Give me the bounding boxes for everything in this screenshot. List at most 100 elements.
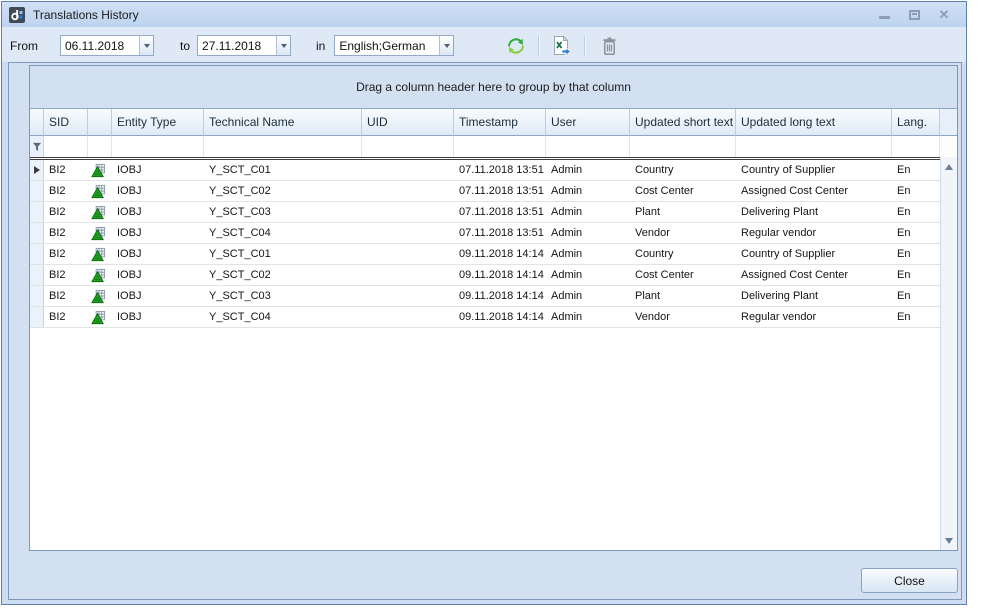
cell-updated-short-text: Cost Center — [630, 181, 736, 201]
cell-timestamp: 07.11.2018 13:51 — [454, 223, 546, 243]
cell-lang: En — [892, 202, 940, 222]
filter-cell-technical-name[interactable] — [204, 136, 362, 157]
close-icon: ✕ — [939, 8, 950, 22]
row-indicator-cell — [30, 307, 44, 327]
table-row[interactable]: BI2 IOBJ Y_SCT_C01 09.11.2018 14:14 Admi… — [30, 244, 940, 265]
table-row[interactable]: BI2 IOBJ Y_SCT_C04 09.11.2018 14:14 Admi… — [30, 307, 940, 328]
column-header-updated-long-text[interactable]: Updated long text — [736, 109, 892, 136]
from-date-input[interactable] — [61, 36, 139, 55]
close-button-label: Close — [894, 574, 925, 588]
to-date-input[interactable] — [198, 36, 276, 55]
column-header-uid[interactable]: UID — [362, 109, 454, 136]
infoobject-icon — [91, 247, 106, 262]
cell-technical-name: Y_SCT_C02 — [204, 181, 362, 201]
filter-cell-entity-type[interactable] — [112, 136, 204, 157]
grid-rows: BI2 IOBJ Y_SCT_C01 07.11.2018 13:51 Admi… — [30, 157, 940, 550]
maximize-button[interactable] — [907, 8, 921, 22]
cell-technical-name: Y_SCT_C01 — [204, 244, 362, 264]
cell-user: Admin — [546, 223, 630, 243]
export-excel-button[interactable] — [549, 34, 573, 58]
toolbar-separator — [584, 36, 585, 56]
cell-user: Admin — [546, 265, 630, 285]
filter-funnel-icon — [32, 142, 42, 152]
filter-cell-user[interactable] — [546, 136, 630, 157]
cell-entity-icon — [88, 202, 112, 222]
cell-entity-type: IOBJ — [112, 181, 204, 201]
toolbar-separator — [538, 36, 539, 56]
column-header-entity-type[interactable]: Entity Type — [112, 109, 204, 136]
current-row-arrow-icon — [34, 166, 40, 174]
window-title: Translations History — [33, 8, 139, 22]
filter-cell-uid[interactable] — [362, 136, 454, 157]
client-panel: Drag a column header here to group by th… — [8, 62, 962, 600]
cell-technical-name: Y_SCT_C02 — [204, 265, 362, 285]
close-button[interactable]: Close — [861, 568, 958, 593]
arrow-down-icon — [945, 538, 953, 544]
filter-cell-icon[interactable] — [88, 136, 112, 157]
filter-row — [30, 136, 957, 157]
minimize-button[interactable] — [877, 8, 891, 22]
language-dropdown-button[interactable] — [439, 36, 453, 55]
infoobject-icon — [91, 163, 106, 178]
table-row[interactable]: BI2 IOBJ Y_SCT_C02 09.11.2018 14:14 Admi… — [30, 265, 940, 286]
cell-entity-icon — [88, 181, 112, 201]
cell-entity-type: IOBJ — [112, 286, 204, 306]
scroll-up-button[interactable] — [943, 160, 956, 173]
filter-cell-updated-long-text[interactable] — [736, 136, 892, 157]
to-date-editor — [197, 35, 291, 56]
vertical-scrollbar[interactable] — [940, 157, 957, 550]
filter-cell-lang[interactable] — [892, 136, 940, 157]
filter-cell-updated-short-text[interactable] — [630, 136, 736, 157]
column-header-user[interactable]: User — [546, 109, 630, 136]
table-row[interactable]: BI2 IOBJ Y_SCT_C01 07.11.2018 13:51 Admi… — [30, 160, 940, 181]
close-window-button[interactable]: ✕ — [937, 8, 951, 22]
table-row[interactable]: BI2 IOBJ Y_SCT_C04 07.11.2018 13:51 Admi… — [30, 223, 940, 244]
from-date-dropdown-button[interactable] — [139, 36, 153, 55]
cell-uid — [362, 265, 454, 285]
delete-button[interactable] — [597, 34, 621, 58]
cell-timestamp: 09.11.2018 14:14 — [454, 286, 546, 306]
cell-updated-long-text: Regular vendor — [736, 307, 892, 327]
cell-entity-type: IOBJ — [112, 223, 204, 243]
scroll-down-button[interactable] — [943, 534, 956, 547]
cell-entity-type: IOBJ — [112, 307, 204, 327]
translations-history-window: Translations History ✕ From to in — [1, 1, 967, 605]
column-header-icon[interactable] — [88, 109, 112, 136]
cell-updated-short-text: Country — [630, 160, 736, 180]
filter-indicator-cell[interactable] — [30, 136, 44, 157]
filter-cell-sid[interactable] — [44, 136, 88, 157]
arrow-up-icon — [945, 164, 953, 170]
to-date-dropdown-button[interactable] — [276, 36, 290, 55]
infoobject-icon — [91, 226, 106, 241]
row-indicator-cell — [30, 286, 44, 306]
titlebar[interactable]: Translations History ✕ — [2, 2, 966, 27]
column-header-technical-name[interactable]: Technical Name — [204, 109, 362, 136]
column-header-updated-short-text[interactable]: Updated short text — [630, 109, 736, 136]
cell-lang: En — [892, 265, 940, 285]
cell-technical-name: Y_SCT_C04 — [204, 307, 362, 327]
cell-technical-name: Y_SCT_C03 — [204, 202, 362, 222]
from-date-editor — [60, 35, 154, 56]
cell-uid — [362, 202, 454, 222]
cell-entity-icon — [88, 286, 112, 306]
table-row[interactable]: BI2 IOBJ Y_SCT_C02 07.11.2018 13:51 Admi… — [30, 181, 940, 202]
cell-technical-name: Y_SCT_C04 — [204, 223, 362, 243]
language-input[interactable] — [335, 36, 439, 55]
group-by-panel[interactable]: Drag a column header here to group by th… — [30, 66, 957, 109]
infoobject-icon — [91, 289, 106, 304]
cell-technical-name: Y_SCT_C03 — [204, 286, 362, 306]
filter-cell-timestamp[interactable] — [454, 136, 546, 157]
minimize-icon — [879, 16, 890, 19]
translations-grid: Drag a column header here to group by th… — [29, 65, 958, 551]
cell-entity-type: IOBJ — [112, 160, 204, 180]
table-row[interactable]: BI2 IOBJ Y_SCT_C03 09.11.2018 14:14 Admi… — [30, 286, 940, 307]
refresh-button[interactable] — [504, 34, 528, 58]
column-header-sid[interactable]: SID — [44, 109, 88, 136]
cell-entity-icon — [88, 160, 112, 180]
cell-technical-name: Y_SCT_C01 — [204, 160, 362, 180]
column-header-lang[interactable]: Lang. — [892, 109, 940, 136]
cell-user: Admin — [546, 286, 630, 306]
table-row[interactable]: BI2 IOBJ Y_SCT_C03 07.11.2018 13:51 Admi… — [30, 202, 940, 223]
column-header-timestamp[interactable]: Timestamp — [454, 109, 546, 136]
cell-timestamp: 07.11.2018 13:51 — [454, 181, 546, 201]
